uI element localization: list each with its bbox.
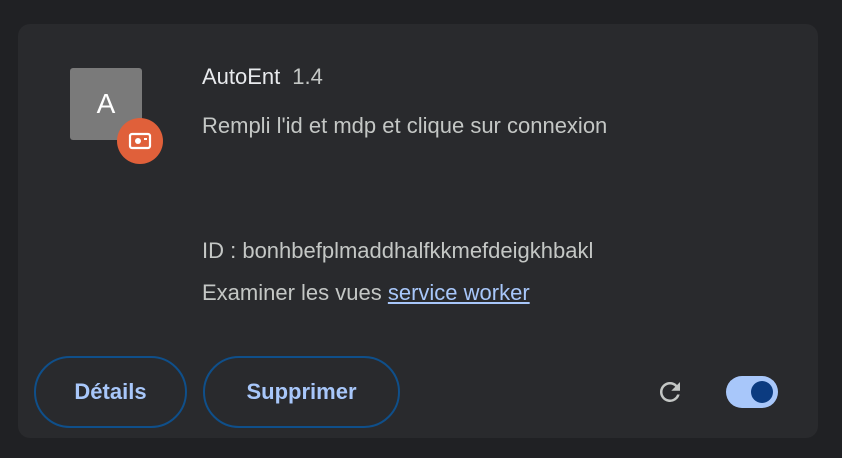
extension-id: ID : bonhbefplmaddhalfkkmefdeigkhbakl	[202, 238, 594, 263]
extension-version: 1.4	[292, 64, 323, 89]
remove-button[interactable]: Supprimer	[203, 356, 400, 428]
details-button[interactable]: Détails	[34, 356, 187, 428]
enable-toggle[interactable]	[726, 376, 778, 408]
extension-description: Rempli l'id et mdp et clique sur connexi…	[202, 113, 608, 138]
unpacked-badge-glyph-icon	[128, 132, 152, 150]
extension-icon-letter: A	[96, 88, 116, 119]
reload-glyph-icon	[659, 381, 680, 402]
inspect-views: Examiner les vues service worker	[202, 280, 530, 306]
reload-icon[interactable]	[652, 374, 688, 410]
unpacked-extension-icon	[117, 118, 163, 164]
extension-title: AutoEnt 1.4	[202, 64, 323, 90]
inspect-views-label: Examiner les vues	[202, 280, 388, 305]
toggle-knob	[751, 381, 773, 403]
extension-name: AutoEnt	[202, 64, 281, 89]
extension-card: A AutoEnt 1.4 Rempli l'id et mdp et cliqu…	[18, 24, 818, 438]
service-worker-link[interactable]: service worker	[388, 280, 530, 305]
